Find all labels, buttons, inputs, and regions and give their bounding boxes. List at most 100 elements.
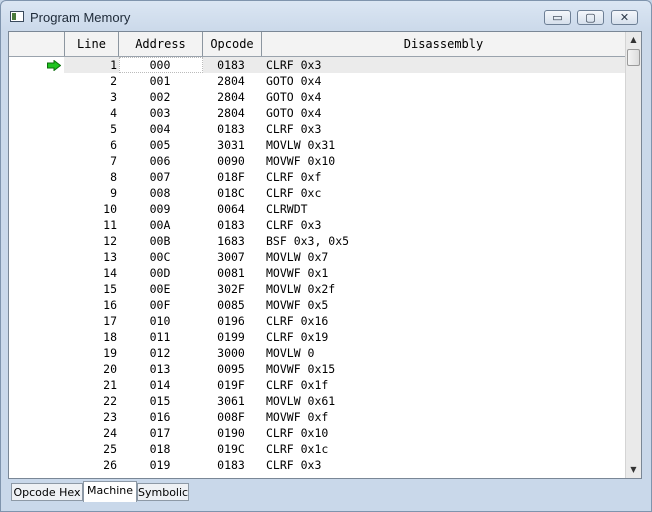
table-row[interactable]: 23 016 008F MOVWF 0xf (9, 409, 625, 425)
address-cell: 011 (149, 330, 171, 344)
column-header-indicator[interactable] (9, 32, 65, 56)
line-number-cell: 4 (110, 106, 117, 120)
table-row[interactable]: 12 00B 1683 BSF 0x3, 0x5 (9, 233, 625, 249)
opcode-cell: 0196 (217, 314, 245, 328)
address-cell: 00B (149, 234, 171, 248)
table-row[interactable]: 10 009 0064 CLRWDT (9, 201, 625, 217)
table-row[interactable]: 18 011 0199 CLRF 0x19 (9, 329, 625, 345)
address-cell: 001 (149, 74, 171, 88)
line-number-cell: 1 (110, 58, 117, 72)
disassembly-cell: MOVWF 0x1 (266, 266, 329, 280)
opcode-cell: 0190 (217, 426, 245, 440)
minimize-button[interactable]: ▭ (544, 10, 571, 25)
line-number-cell: 9 (110, 186, 117, 200)
address-cell: 00A (149, 218, 171, 232)
table-row[interactable]: 14 00D 0081 MOVWF 0x1 (9, 265, 625, 281)
address-cell: 014 (149, 378, 171, 392)
table-body: 1 000 0183 CLRF 0x3 2 001 2804 GOTO 0x4 3 002 2804… (9, 57, 625, 478)
disassembly-cell: CLRF 0x3 (266, 218, 322, 232)
opcode-cell: 018C (217, 186, 245, 200)
disassembly-cell: GOTO 0x4 (266, 90, 322, 104)
vertical-scrollbar[interactable]: ▲ ▼ (625, 32, 641, 478)
opcode-cell: 0183 (217, 58, 245, 72)
opcode-cell: 0081 (217, 266, 245, 280)
disassembly-cell: MOVLW 0x7 (266, 250, 329, 264)
scroll-down-button[interactable]: ▼ (626, 462, 641, 478)
disassembly-cell: CLRF 0x3 (266, 58, 322, 72)
opcode-cell: 0199 (217, 330, 245, 344)
opcode-cell: 0183 (217, 122, 245, 136)
table-row[interactable]: 17 010 0196 CLRF 0x16 (9, 313, 625, 329)
table-row[interactable]: 8 007 018F CLRF 0xf (9, 169, 625, 185)
address-cell: 00C (149, 250, 171, 264)
line-number-cell: 17 (103, 314, 117, 328)
opcode-cell: 1683 (217, 234, 245, 248)
table-row[interactable]: 22 015 3061 MOVLW 0x61 (9, 393, 625, 409)
opcode-cell: 2804 (217, 90, 245, 104)
tab-machine[interactable]: Machine (83, 481, 137, 502)
table-row[interactable]: 20 013 0095 MOVWF 0x15 (9, 361, 625, 377)
opcode-cell: 008F (217, 410, 245, 424)
opcode-cell: 2804 (217, 74, 245, 88)
table-row[interactable]: 19 012 3000 MOVLW 0 (9, 345, 625, 361)
disassembly-cell: MOVLW 0 (266, 346, 315, 360)
table-row[interactable]: 6 005 3031 MOVLW 0x31 (9, 137, 625, 153)
line-number-cell: 21 (103, 378, 117, 392)
address-cell: 00D (149, 266, 171, 280)
line-number-cell: 14 (103, 266, 117, 280)
program-memory-window: Program Memory ▭ ▢ ✕ Line Address Opcode… (0, 0, 652, 512)
window-title: Program Memory (30, 10, 131, 25)
line-number-cell: 18 (103, 330, 117, 344)
address-cell: 009 (149, 202, 171, 216)
line-number-cell: 15 (103, 282, 117, 296)
address-cell: 017 (149, 426, 171, 440)
table-row[interactable]: 7 006 0090 MOVWF 0x10 (9, 153, 625, 169)
line-number-cell: 19 (103, 346, 117, 360)
line-number-cell: 22 (103, 394, 117, 408)
table-row[interactable]: 3 002 2804 GOTO 0x4 (9, 89, 625, 105)
line-number-cell: 23 (103, 410, 117, 424)
column-header-line[interactable]: Line (65, 32, 119, 56)
table-row[interactable]: 5 004 0183 CLRF 0x3 (9, 121, 625, 137)
table-row[interactable]: 24 017 0190 CLRF 0x10 (9, 425, 625, 441)
disassembly-cell: GOTO 0x4 (266, 74, 322, 88)
table-row[interactable]: 16 00F 0085 MOVWF 0x5 (9, 297, 625, 313)
disassembly-cell: MOVWF 0xf (266, 410, 329, 424)
line-number-cell: 24 (103, 426, 117, 440)
address-cell: 012 (149, 346, 171, 360)
opcode-cell: 0095 (217, 362, 245, 376)
disassembly-cell: MOVWF 0x5 (266, 298, 329, 312)
table-row[interactable]: 1 000 0183 CLRF 0x3 (9, 57, 625, 73)
table-row[interactable]: 25 018 019C CLRF 0x1c (9, 441, 625, 457)
scroll-thumb[interactable] (627, 49, 640, 66)
scroll-up-button[interactable]: ▲ (626, 32, 641, 48)
maximize-button[interactable]: ▢ (577, 10, 604, 25)
title-bar[interactable]: Program Memory ▭ ▢ ✕ (1, 1, 651, 31)
disassembly-cell: CLRWDT (266, 202, 308, 216)
close-button[interactable]: ✕ (611, 10, 638, 25)
address-cell: 000 (149, 58, 171, 72)
table-row[interactable]: 2 001 2804 GOTO 0x4 (9, 73, 625, 89)
table-row[interactable]: 11 00A 0183 CLRF 0x3 (9, 217, 625, 233)
line-number-cell: 11 (103, 218, 117, 232)
tab-symbolic[interactable]: Symbolic (137, 483, 189, 501)
column-header-disassembly[interactable]: Disassembly (262, 32, 625, 56)
line-number-cell: 2 (110, 74, 117, 88)
address-cell: 002 (149, 90, 171, 104)
table-row[interactable]: 4 003 2804 GOTO 0x4 (9, 105, 625, 121)
column-header-opcode[interactable]: Opcode (203, 32, 262, 56)
table-row[interactable]: 21 014 019F CLRF 0x1f (9, 377, 625, 393)
line-number-cell: 3 (110, 90, 117, 104)
table-row[interactable]: 13 00C 3007 MOVLW 0x7 (9, 249, 625, 265)
line-number-cell: 6 (110, 138, 117, 152)
column-header-address[interactable]: Address (119, 32, 203, 56)
opcode-cell: 3031 (217, 138, 245, 152)
table-row[interactable]: 26 019 0183 CLRF 0x3 (9, 457, 625, 473)
table-row[interactable]: 9 008 018C CLRF 0xc (9, 185, 625, 201)
tab-opcode-hex[interactable]: Opcode Hex (11, 483, 83, 501)
address-cell: 004 (149, 122, 171, 136)
table-row[interactable]: 15 00E 302F MOVLW 0x2f (9, 281, 625, 297)
opcode-cell: 3007 (217, 250, 245, 264)
address-cell: 018 (149, 442, 171, 456)
line-number-cell: 5 (110, 122, 117, 136)
